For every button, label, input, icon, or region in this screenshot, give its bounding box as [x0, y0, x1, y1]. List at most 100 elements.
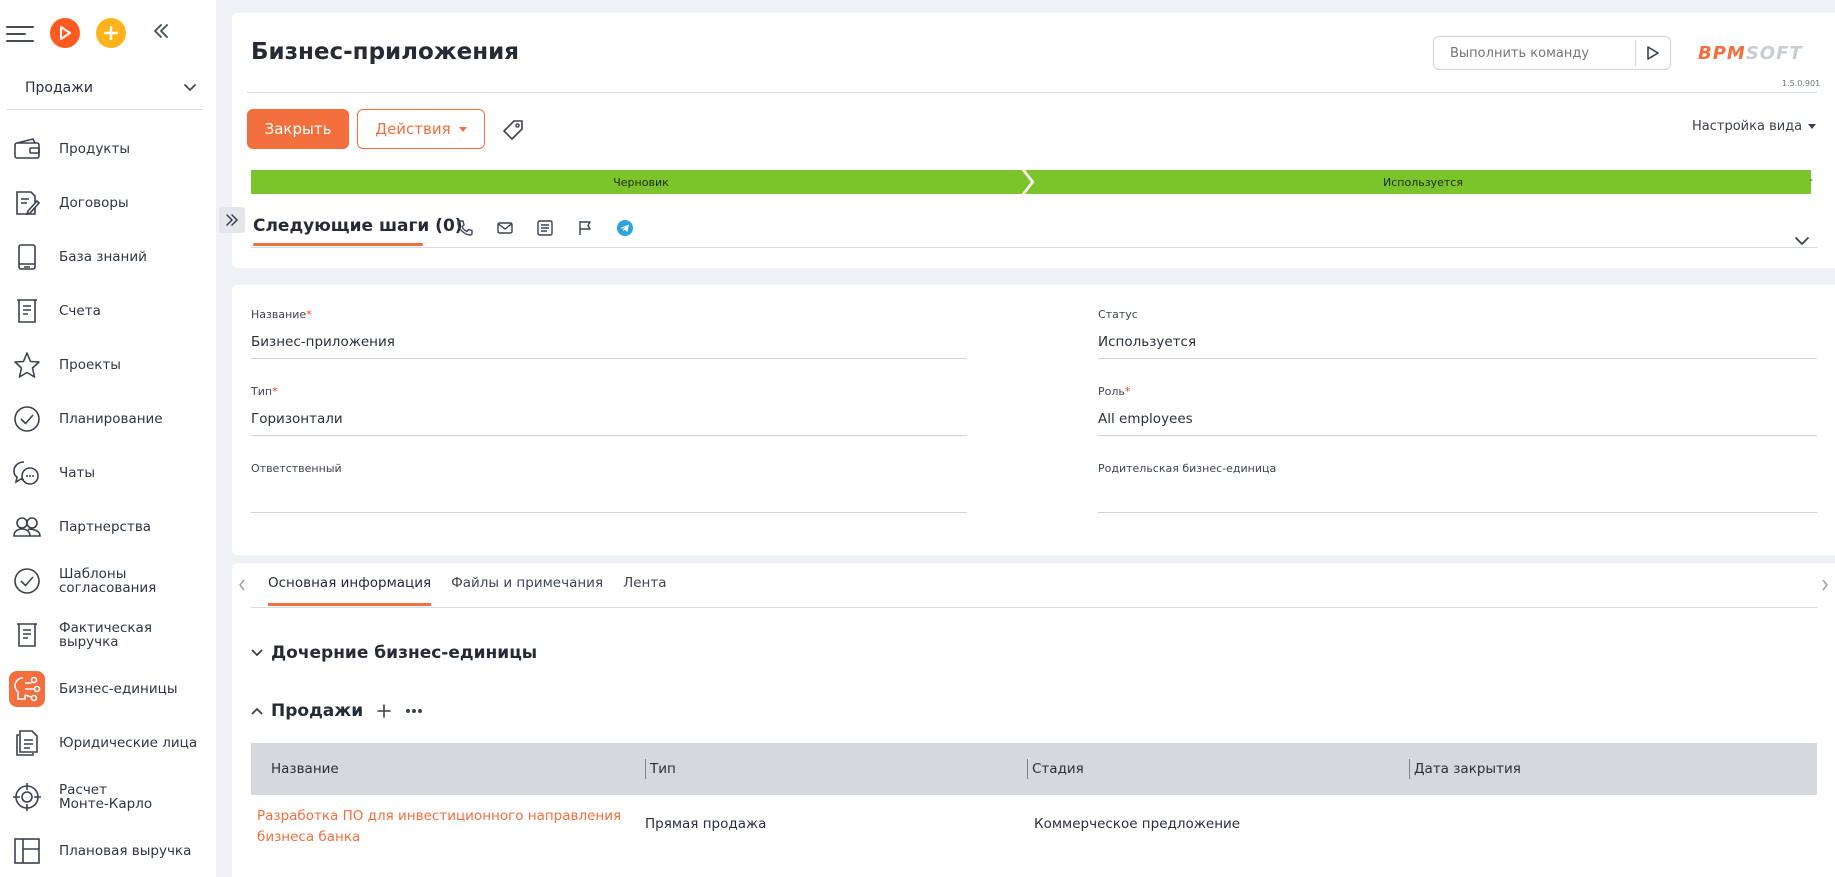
stage-draft[interactable]: Черновик: [251, 170, 1031, 194]
sidebar-item-actual-revenue[interactable]: Фактическая выручка: [0, 608, 216, 662]
chevron-up-icon[interactable]: [251, 707, 263, 715]
quick-add-button[interactable]: [96, 18, 126, 48]
sidebar-item-label: Бизнес-единицы: [59, 681, 178, 697]
expand-panel-button[interactable]: [219, 207, 245, 233]
stage-bar: Черновик Используется -: [251, 170, 1817, 194]
sidebar-item-partnerships[interactable]: Партнерства: [0, 500, 216, 554]
field-role: Роль* All employees: [1098, 385, 1817, 436]
sidebar-item-legal-entities[interactable]: Юридические лица: [0, 716, 216, 770]
chevron-down-icon: [1795, 237, 1809, 246]
double-chevron-left-icon: [154, 24, 168, 38]
flag-icon[interactable]: [576, 219, 594, 237]
check-circle-icon: [9, 401, 45, 437]
sidebar-item-label: Расчет Монте-Карло: [59, 782, 153, 812]
star-icon: [9, 347, 45, 383]
field-name: Название* Бизнес-приложения: [251, 308, 967, 359]
workspace-select[interactable]: Продажи: [7, 66, 203, 110]
sale-stage-cell: Коммерческое предложение: [1034, 816, 1241, 832]
detail-tabs: Основная информация Файлы и примечания Л…: [268, 575, 667, 606]
tab-feed[interactable]: Лента: [623, 575, 666, 606]
name-input[interactable]: Бизнес-приложения: [251, 334, 967, 352]
sidebar-item-products[interactable]: Продукты: [0, 122, 216, 176]
telegram-icon[interactable]: [616, 219, 634, 237]
status-input[interactable]: Используется: [1098, 334, 1817, 352]
details-form: Название* Бизнес-приложения Статус Испол…: [232, 285, 1835, 555]
next-steps-actions: [456, 219, 634, 237]
collapse-next-steps-button[interactable]: [1794, 231, 1810, 250]
sidebar-item-label: Юридические лица: [59, 735, 198, 751]
parent-unit-input[interactable]: [1098, 488, 1817, 506]
sidebar-item-chats[interactable]: Чаты: [0, 446, 216, 500]
sidebar-item-planned-revenue[interactable]: Плановая выручка: [0, 824, 216, 877]
child-units-section[interactable]: Дочерние бизнес-единицы: [251, 643, 537, 663]
stage-end-marker: -: [1809, 175, 1813, 186]
users-icon: [9, 509, 45, 545]
sale-close-date-cell: [1416, 806, 1806, 848]
main-content: Бизнес-приложения BPMSOFT 1.5.0.901 Закр…: [219, 13, 1835, 877]
email-icon[interactable]: [496, 219, 514, 237]
detail-tabs-panel: Основная информация Файлы и примечания Л…: [232, 563, 1835, 877]
sidebar-item-projects[interactable]: Проекты: [0, 338, 216, 392]
sidebar-item-contracts[interactable]: Договоры: [0, 176, 216, 230]
chevron-left-icon: [239, 579, 245, 591]
section-title: Продажи: [271, 701, 364, 721]
brand-logo: BPMSOFT: [1698, 43, 1803, 64]
next-steps-title[interactable]: Следующие шаги (0): [253, 216, 463, 236]
view-settings-button[interactable]: Настройка вида: [1692, 119, 1817, 134]
tabs-scroll-left[interactable]: [238, 577, 246, 596]
column-header-type[interactable]: Тип: [645, 759, 1027, 779]
tab-main-info[interactable]: Основная информация: [268, 575, 432, 606]
sidebar-item-invoices[interactable]: Счета: [0, 284, 216, 338]
note-icon[interactable]: [536, 219, 554, 237]
add-sale-button[interactable]: [377, 704, 391, 718]
chevron-down-icon: [251, 649, 263, 657]
sidebar-item-label: Партнерства: [59, 519, 152, 535]
owner-input[interactable]: [251, 488, 967, 506]
sidebar-item-label: Продукты: [59, 141, 130, 157]
caret-down-icon: [1808, 124, 1817, 129]
receipt-icon: [9, 293, 45, 329]
layout-icon: [9, 833, 45, 869]
sidebar-item-planning[interactable]: Планирование: [0, 392, 216, 446]
required-mark: *: [272, 385, 278, 398]
target-icon: [9, 779, 45, 815]
tabs-scroll-right[interactable]: [1821, 577, 1829, 596]
sidebar-item-label: Плановая выручка: [59, 843, 192, 859]
collapse-sidebar-button[interactable]: [152, 23, 170, 43]
play-icon: [60, 26, 71, 40]
network-icon: [9, 671, 45, 707]
actions-button[interactable]: Действия: [357, 109, 485, 149]
sale-name-link[interactable]: Разработка ПО для инвестиционного направ…: [251, 806, 645, 848]
more-icon[interactable]: [405, 708, 423, 714]
field-status: Статус Используется: [1098, 308, 1817, 359]
sidebar-item-monte-carlo[interactable]: Расчет Монте-Карло: [0, 770, 216, 824]
column-header-close-date[interactable]: Дата закрытия: [1409, 759, 1809, 779]
tag-icon[interactable]: [502, 119, 524, 145]
menu-icon[interactable]: [6, 22, 36, 44]
field-owner: Ответственный: [251, 462, 967, 513]
type-input[interactable]: Горизонтали: [251, 411, 967, 429]
run-process-button[interactable]: [50, 18, 80, 48]
wallet-icon: [9, 131, 45, 167]
sidebar-nav: Продукты Договоры База знаний Счета Прое…: [0, 122, 216, 877]
command-input[interactable]: [1434, 45, 1635, 61]
run-command-button[interactable]: [1636, 45, 1670, 61]
sidebar-item-approval-templates[interactable]: Шаблоны согласования: [0, 554, 216, 608]
column-header-stage[interactable]: Стадия: [1027, 759, 1409, 779]
chevron-down-icon: [184, 83, 196, 91]
next-steps-underline: [253, 243, 423, 246]
role-input[interactable]: All employees: [1098, 411, 1817, 429]
version-label: 1.5.0.901: [1782, 79, 1821, 88]
table-row[interactable]: Разработка ПО для инвестиционного направ…: [251, 806, 1817, 848]
command-box: [1433, 36, 1671, 70]
close-button[interactable]: Закрыть: [247, 109, 349, 149]
phone-icon[interactable]: [456, 219, 474, 237]
sidebar-item-business-units[interactable]: Бизнес-единицы: [0, 662, 216, 716]
play-outline-icon: [1647, 46, 1659, 60]
check-circle-icon: [9, 563, 45, 599]
sales-grid-header: Название Тип Стадия Дата закрытия: [251, 743, 1817, 795]
column-header-name[interactable]: Название: [251, 759, 645, 779]
tab-files-notes[interactable]: Файлы и примечания: [451, 575, 603, 606]
stage-in-use[interactable]: Используется: [1025, 170, 1811, 194]
sidebar-item-knowledge-base[interactable]: База знаний: [0, 230, 216, 284]
